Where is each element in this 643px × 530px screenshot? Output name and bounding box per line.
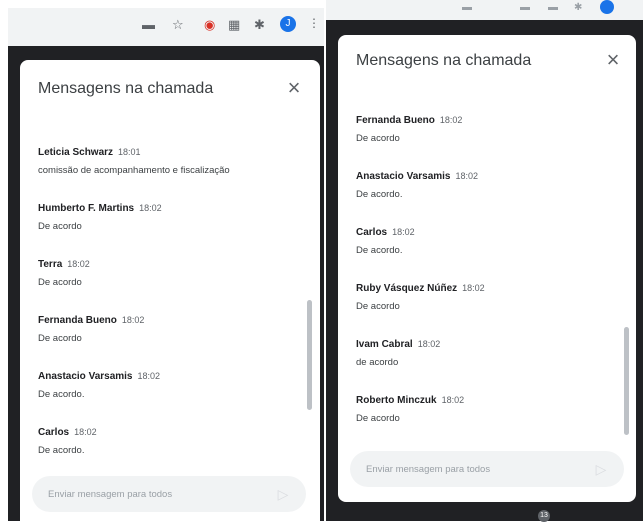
- message-text: De acordo.: [38, 445, 85, 456]
- star-icon[interactable]: ▬: [520, 2, 530, 13]
- browser-toolbar: [326, 0, 643, 20]
- message-sender: Terra: [38, 259, 63, 270]
- message-sender: Anastacio Varsamis: [38, 371, 133, 382]
- star-icon[interactable]: ☆: [172, 18, 184, 32]
- kebab-menu-icon[interactable]: ⋮: [308, 16, 320, 30]
- message-sender: Humberto F. Martins: [38, 203, 135, 214]
- browser-toolbar: [8, 8, 324, 47]
- message-sender: Fernanda Bueno: [38, 315, 117, 326]
- message-time: 18:02: [392, 227, 415, 237]
- panel-title: Mensagens na chamada: [356, 52, 532, 69]
- scrollbar[interactable]: [624, 327, 629, 435]
- message-text: De acordo: [356, 413, 400, 424]
- message-time: 18:02: [439, 115, 463, 125]
- message-text: De acordo: [38, 277, 82, 288]
- list-item: Carlos 18:02 De acordo.: [38, 422, 97, 456]
- list-item: Fernanda Bueno 18:02 De acordo: [356, 110, 462, 144]
- extension-icon[interactable]: ▬: [462, 2, 472, 13]
- message-sender: Carlos: [38, 427, 70, 438]
- send-icon[interactable]: ▷: [592, 460, 610, 478]
- message-text: de acordo: [356, 357, 399, 368]
- message-input-bar[interactable]: ▷: [350, 451, 624, 487]
- message-sender: Fernanda Bueno: [356, 115, 435, 126]
- avatar[interactable]: J: [280, 16, 296, 32]
- message-text: De acordo.: [356, 189, 403, 200]
- message-input-bar[interactable]: ▷: [32, 476, 306, 512]
- panel-title: Mensagens na chamada: [38, 80, 214, 97]
- message-sender: Roberto Minczuk: [356, 395, 437, 406]
- message-text: De acordo: [38, 221, 82, 232]
- extension-icon[interactable]: ▬: [142, 18, 155, 32]
- message-text: De acordo.: [356, 245, 403, 256]
- message-time: 18:02: [67, 259, 90, 269]
- message-sender: Carlos: [356, 227, 388, 238]
- list-item: Fernanda Bueno 18:02 De acordo: [38, 310, 144, 344]
- chat-panel-left: Mensagens na chamada × Leticia Schwarz 18…: [20, 60, 320, 530]
- scrollbar[interactable]: [307, 300, 312, 410]
- message-time: 18:02: [121, 315, 145, 325]
- cast-icon[interactable]: ▬: [548, 2, 558, 13]
- message-text: De acordo: [356, 133, 400, 144]
- message-text: comissão de acompanhamento e fiscalizaçã…: [38, 165, 230, 176]
- list-item: Humberto F. Martins 18:02 De acordo: [38, 198, 162, 232]
- puzzle-icon[interactable]: ✱: [254, 18, 265, 32]
- shield-icon[interactable]: ◉: [204, 18, 215, 32]
- list-item: Ivam Cabral 18:02 de acordo: [356, 334, 440, 368]
- puzzle-icon[interactable]: ✱: [574, 2, 582, 13]
- message-sender: Ivam Cabral: [356, 339, 413, 350]
- list-item: Carlos 18:02 De acordo.: [356, 222, 415, 256]
- list-item: Ruby Vásquez Núñez 18:02 De acordo: [356, 278, 485, 312]
- close-icon[interactable]: ×: [283, 77, 305, 99]
- cast-icon[interactable]: ▦: [228, 18, 240, 32]
- list-item: Leticia Schwarz 18:01 comissão de acompan…: [38, 142, 230, 176]
- message-time: 18:02: [462, 283, 485, 293]
- close-icon[interactable]: ×: [602, 49, 624, 71]
- message-sender: Leticia Schwarz: [38, 147, 114, 158]
- message-text: De acordo.: [38, 389, 85, 400]
- avatar[interactable]: [600, 0, 614, 14]
- message-sender: Ruby Vásquez Núñez: [356, 283, 458, 294]
- message-time: 18:02: [417, 339, 441, 349]
- participant-count-badge: 13: [538, 510, 550, 522]
- message-time: 18:02: [455, 171, 479, 181]
- message-input[interactable]: [32, 487, 274, 501]
- list-item: Terra 18:02 De acordo: [38, 254, 90, 288]
- message-time: 18:02: [139, 203, 162, 213]
- message-input[interactable]: [350, 462, 592, 476]
- list-item: Roberto Minczuk 18:02 De acordo: [356, 390, 464, 424]
- message-time: 18:01: [118, 147, 141, 157]
- message-text: De acordo: [356, 301, 400, 312]
- message-time: 18:02: [441, 395, 465, 405]
- send-icon[interactable]: ▷: [274, 485, 292, 503]
- list-item: Anastacio Varsamis 18:02 De acordo.: [356, 166, 478, 200]
- message-time: 18:02: [137, 371, 161, 381]
- message-text: De acordo: [38, 333, 82, 344]
- message-sender: Anastacio Varsamis: [356, 171, 451, 182]
- list-item: Anastacio Varsamis 18:02 De acordo.: [38, 366, 160, 400]
- chat-panel-right: Mensagens na chamada × Fernanda Bueno 18:…: [338, 35, 636, 502]
- message-time: 18:02: [74, 427, 97, 437]
